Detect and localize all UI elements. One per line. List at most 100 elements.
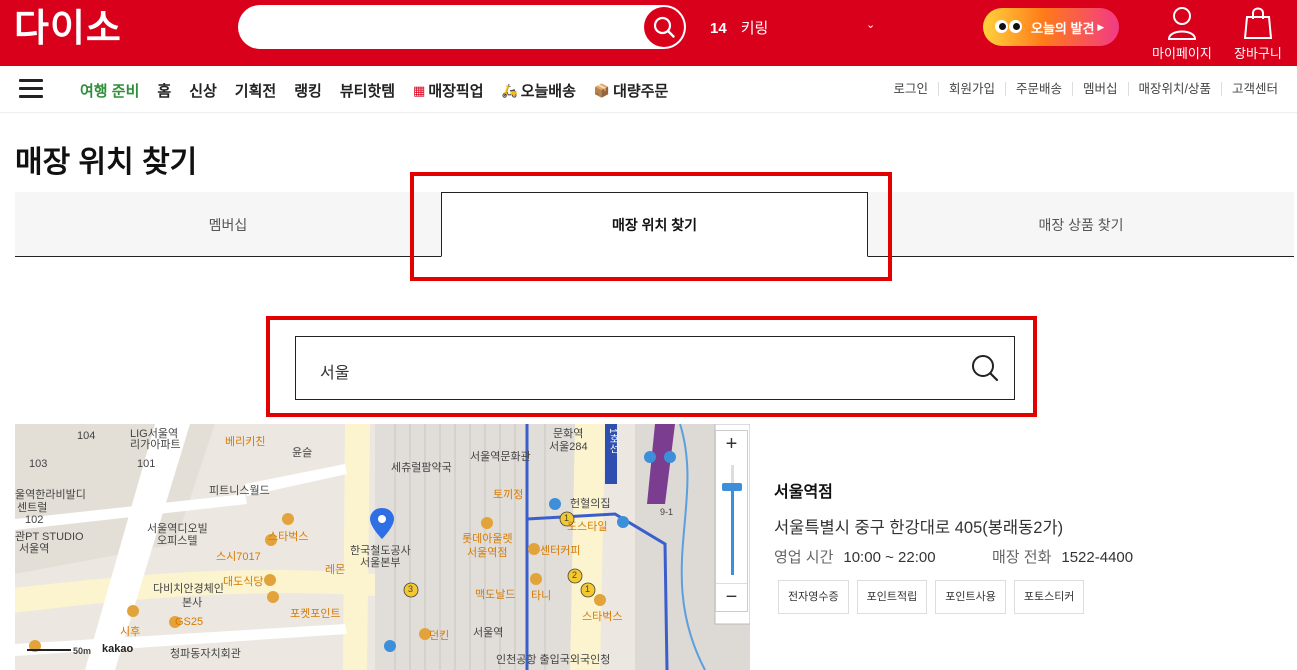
eyes-icon: [995, 20, 1025, 34]
zoom-out-button[interactable]: −: [716, 583, 747, 611]
membership-link[interactable]: 멤버십: [1071, 82, 1128, 96]
nav-item-new[interactable]: 신상: [189, 80, 217, 101]
signup-link[interactable]: 회원가입: [937, 82, 1005, 96]
store-phone: 매장 전화 1522-4400: [992, 546, 1133, 567]
nav-label: 오늘배송: [520, 83, 576, 100]
nav-label: 랭킹: [294, 83, 322, 100]
hours-value: 10:00 ~ 22:00: [843, 549, 936, 566]
store-location-link[interactable]: 매장위치/상품: [1127, 82, 1221, 96]
map-label: 서울역문화관: [470, 451, 531, 463]
store-name[interactable]: 서울역점: [774, 478, 833, 502]
phone-value: 1522-4400: [1061, 549, 1134, 566]
mypage-label: 마이페이지: [1152, 46, 1212, 61]
global-search-input[interactable]: [238, 5, 686, 49]
zoom-in-button[interactable]: +: [716, 431, 747, 459]
map-label: 청파동자치회관: [170, 648, 241, 660]
promo-today-button[interactable]: 오늘의 발견 ▶: [983, 8, 1119, 46]
store-hours: 영업 시간 10:00 ~ 22:00: [774, 546, 936, 567]
nav-item-ranking[interactable]: 랭킹: [294, 80, 322, 101]
nav-item-travel[interactable]: 여행 준비: [80, 80, 139, 101]
map-label: 서울본부: [360, 557, 401, 569]
store-address: 서울특별시 중구 한강대로 405(봉래동2가): [774, 519, 1064, 537]
map-label: 본사: [182, 597, 203, 609]
arrow-right-icon: ▶: [1097, 21, 1105, 32]
rank-ticker[interactable]: 14 키링: [710, 17, 768, 38]
map-label: 9-1: [660, 507, 674, 517]
highlight-box-tab: [410, 172, 892, 281]
zoom-track: [731, 465, 734, 575]
logo[interactable]: 다이소: [14, 8, 122, 48]
map-label: 맥도날드: [475, 589, 516, 601]
nav-label: 기획전: [234, 83, 277, 100]
cart-button[interactable]: 장바구니: [1234, 5, 1282, 62]
tab-label: 멤버십: [208, 216, 248, 233]
store-icon: ▦: [413, 82, 426, 98]
map-label: 서울284: [549, 441, 588, 453]
user-icon: [1167, 7, 1196, 40]
main-nav: 여행 준비 홈 신상 기획전 랭킹 뷰티핫템 ▦ 매장픽업 🛵 오늘배송 📦 대량주문…: [0, 66, 1297, 113]
map-label: 서울역: [19, 543, 50, 555]
map-label: 리가아파트: [130, 439, 181, 451]
orders-link[interactable]: 주문배송: [1004, 82, 1072, 96]
map-label: 베리키친: [225, 436, 266, 448]
box-icon: 📦: [593, 82, 611, 98]
map-label: 피트니스월드: [209, 485, 270, 497]
map-label: 스타벅스: [582, 611, 623, 623]
rank-keyword: 키링: [740, 20, 769, 37]
nav-item-beauty[interactable]: 뷰티핫템: [340, 80, 395, 101]
map-label: 101: [137, 458, 156, 470]
customer-center-link[interactable]: 고객센터: [1220, 82, 1288, 96]
map-label: 시후: [120, 626, 141, 638]
zoom-slider-handle[interactable]: [722, 483, 742, 491]
map-label: 헌혈의집: [570, 498, 611, 510]
nav-label: 매장픽업: [428, 83, 484, 100]
store-map[interactable]: LIG서울역 리가아파트 베리키친 윤슬 104 103 101 문화역 서울2…: [15, 424, 750, 670]
menu-icon[interactable]: [19, 79, 43, 99]
nav-label: 홈: [157, 83, 172, 100]
tab-store-products[interactable]: 매장 상품 찾기: [868, 192, 1294, 257]
map-label: 윤슬: [292, 447, 313, 459]
kakao-logo: kakao: [102, 643, 134, 655]
map-label: 도스타일: [567, 521, 608, 533]
highlight-box-search: [266, 316, 1037, 417]
nav-items: 여행 준비 홈 신상 기획전 랭킹 뷰티핫템 ▦ 매장픽업 🛵 오늘배송 📦 대량주문: [80, 80, 686, 101]
map-label: 서울역: [473, 627, 504, 639]
map-label: 던킨: [429, 630, 450, 642]
map-label: 인천공항 출입국외국인청: [496, 654, 611, 666]
map-label: 1: [564, 513, 570, 523]
scooter-icon: 🛵: [501, 82, 518, 98]
map-label: 센터커피: [540, 545, 581, 557]
map-label: GS25: [175, 616, 204, 628]
nav-item-today-delivery[interactable]: 🛵 오늘배송: [502, 80, 576, 101]
nav-label: 대량주문: [613, 83, 669, 100]
tab-label: 매장 상품 찾기: [1038, 216, 1124, 233]
nav-item-exhibition[interactable]: 기획전: [235, 80, 276, 101]
nav-label: 여행 준비: [80, 83, 140, 100]
map-zoom-control: + −: [715, 430, 748, 612]
map-label: 104: [77, 430, 96, 442]
mypage-button[interactable]: 마이페이지: [1152, 5, 1212, 62]
tag-photo-sticker: 포토스티커: [1013, 580, 1085, 614]
page-title: 매장 위치 찾기: [15, 146, 198, 179]
nav-label: 뷰티핫템: [339, 83, 396, 100]
map-label: 1호선: [607, 428, 618, 454]
tag-point-use: 포인트사용: [935, 580, 1006, 614]
hours-label: 영업 시간: [774, 549, 834, 566]
top-header: 다이소 14 키링 ⌄ 오늘의 발견 ▶ 마이페이지 장바구니: [0, 0, 1297, 66]
login-link[interactable]: 로그인: [883, 82, 938, 96]
map-label: 토끼정: [493, 489, 524, 501]
tag-point-earn: 포인트적립: [856, 580, 928, 614]
promo-label: 오늘의 발견: [1031, 20, 1095, 36]
map-label: 102: [25, 514, 44, 526]
nav-item-bulk-order[interactable]: 📦 대량주문: [594, 80, 668, 101]
map-label: 타니: [531, 590, 552, 602]
map-label: 센트럴: [17, 502, 48, 514]
cart-label: 장바구니: [1234, 46, 1282, 61]
nav-item-home[interactable]: 홈: [157, 80, 171, 101]
search-button[interactable]: [644, 7, 684, 47]
chevron-down-icon[interactable]: ⌄: [866, 18, 875, 31]
nav-item-pickup[interactable]: ▦ 매장픽업: [413, 80, 484, 101]
map-label: 103: [29, 458, 48, 470]
map-label: 스시7017: [216, 551, 261, 563]
tab-membership[interactable]: 멤버십: [15, 192, 441, 257]
